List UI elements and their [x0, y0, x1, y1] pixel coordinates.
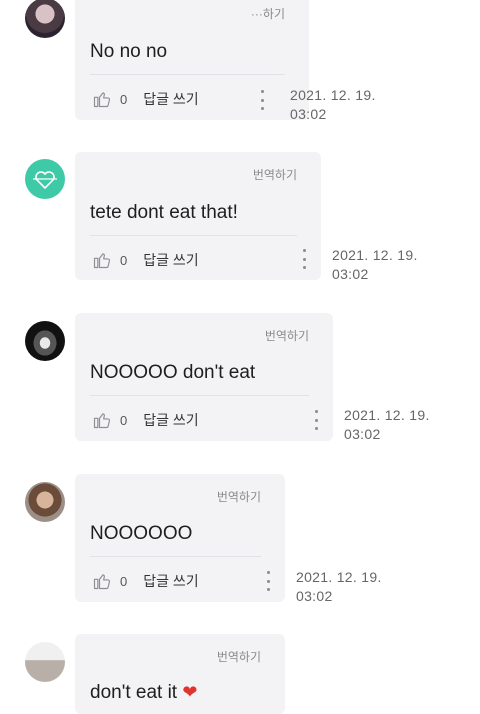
more-vertical-icon[interactable] — [313, 410, 319, 430]
red-heart-emoji: ❤ — [182, 682, 198, 702]
reply-button[interactable]: 답글 쓰기 — [143, 571, 198, 591]
comment-bubble: 번역하기 don't eat it ❤ — [75, 634, 285, 714]
more-vertical-icon[interactable] — [301, 249, 307, 269]
translate-button[interactable]: 번역하기 — [265, 327, 309, 344]
comment-time: 03:02 — [296, 588, 333, 604]
avatar[interactable] — [25, 482, 65, 522]
comment-text: tete dont eat that! — [90, 202, 238, 223]
comment-timestamp: 2021. 12. 19. 03:02 — [332, 246, 418, 284]
comment-text: NOOOOOO — [90, 523, 193, 544]
divider — [90, 74, 285, 75]
divider — [90, 556, 261, 557]
comment-date: 2021. 12. 19. — [296, 569, 382, 585]
comment-text-content: don't eat it — [90, 682, 178, 703]
comment-timestamp: 2021. 12. 19. 03:02 — [290, 86, 376, 124]
comment-time: 03:02 — [290, 106, 327, 122]
comment-timestamp: 2021. 12. 19. 03:02 — [296, 568, 382, 606]
reply-button[interactable]: 답글 쓰기 — [143, 410, 198, 430]
comment-actions: 0 답글 쓰기 — [92, 88, 199, 110]
reply-button[interactable]: 답글 쓰기 — [143, 89, 198, 109]
thumbs-up-icon[interactable] — [92, 89, 112, 109]
comment-text: No no no — [90, 41, 168, 62]
translate-button[interactable]: 번역하기 — [217, 648, 261, 665]
comment-bubble: 번역하기 NOOOOOO 0 답글 쓰기 — [75, 474, 285, 602]
comment-bubble: ···하기 No no no 0 답글 쓰기 — [75, 0, 309, 120]
like-count: 0 — [120, 252, 128, 268]
thumbs-up-icon[interactable] — [92, 571, 112, 591]
translate-button[interactable]: 번역하기 — [253, 166, 297, 183]
like-count: 0 — [120, 91, 128, 107]
translate-button[interactable]: ···하기 — [251, 5, 285, 22]
avatar[interactable] — [25, 321, 65, 361]
thumbs-up-icon[interactable] — [92, 250, 112, 270]
comment-bubble: 번역하기 NOOOOO don't eat 0 답글 쓰기 — [75, 313, 333, 441]
comment-actions: 0 답글 쓰기 — [92, 409, 199, 431]
reply-button[interactable]: 답글 쓰기 — [143, 250, 198, 270]
avatar[interactable] — [25, 642, 65, 682]
comment-date: 2021. 12. 19. — [344, 407, 430, 423]
comment-time: 03:02 — [332, 266, 369, 282]
comment-time: 03:02 — [344, 426, 381, 442]
avatar[interactable] — [25, 159, 65, 199]
like-count: 0 — [120, 573, 128, 589]
avatar[interactable] — [25, 0, 65, 38]
comment-text: NOOOOO don't eat — [90, 362, 256, 383]
more-vertical-icon[interactable] — [265, 571, 271, 591]
heart-logo-icon — [33, 171, 57, 190]
thumbs-up-icon[interactable] — [92, 410, 112, 430]
divider — [90, 395, 309, 396]
like-count: 0 — [120, 412, 128, 428]
divider — [90, 235, 297, 236]
comment-actions: 0 답글 쓰기 — [92, 570, 199, 592]
comment-timestamp: 2021. 12. 19. 03:02 — [344, 406, 430, 444]
comment-date: 2021. 12. 19. — [290, 87, 376, 103]
comment-bubble: 번역하기 tete dont eat that! 0 답글 쓰기 — [75, 152, 321, 280]
comment-text: don't eat it ❤ — [90, 682, 197, 704]
translate-button[interactable]: 번역하기 — [217, 488, 261, 505]
more-vertical-icon[interactable] — [259, 90, 265, 110]
comment-date: 2021. 12. 19. — [332, 247, 418, 263]
comment-actions: 0 답글 쓰기 — [92, 249, 199, 271]
